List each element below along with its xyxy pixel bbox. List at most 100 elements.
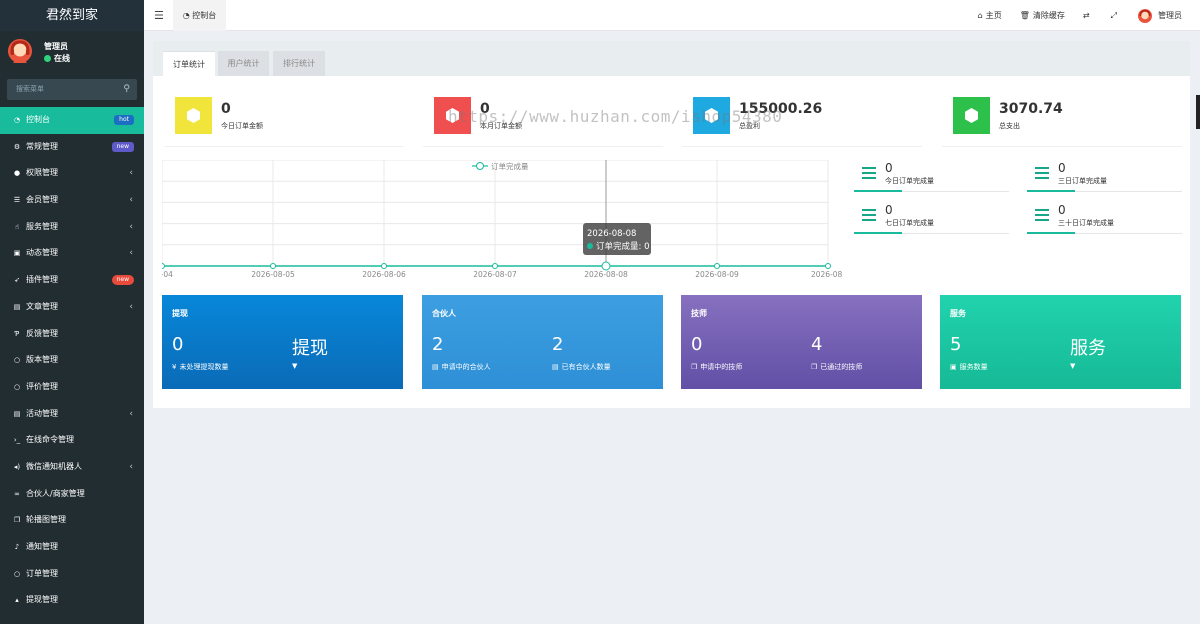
circle-icon: ○ bbox=[13, 569, 21, 578]
sidebar-item[interactable]: ⚙ 常规管理 new bbox=[0, 134, 144, 161]
cube-icon bbox=[446, 108, 459, 123]
card-label-text: 申请中的技师 bbox=[700, 363, 743, 371]
sidebar-item[interactable]: ● 权限管理 ‹ bbox=[0, 160, 144, 187]
card-service[interactable]: 服务 5 ▣ 服务数量 服务 ▼ bbox=[940, 295, 1181, 389]
sidebar-item[interactable]: ☰ 会员管理 ‹ bbox=[0, 187, 144, 214]
card-value: 4 bbox=[811, 334, 823, 355]
card-value: 0 bbox=[172, 334, 184, 355]
bell-icon: ♪ bbox=[14, 543, 20, 551]
order-stat-underline bbox=[1027, 232, 1182, 234]
app-brand[interactable]: 君然到家 bbox=[0, 0, 144, 31]
stat-icon-bg bbox=[434, 97, 471, 134]
sidebar-item[interactable]: ▴ 提现管理 bbox=[0, 587, 144, 614]
card-value: 2 bbox=[432, 334, 444, 355]
tab-user-stats[interactable]: 用户统计 bbox=[218, 51, 269, 76]
home-link[interactable]: ⌂ 主页 bbox=[978, 10, 1002, 21]
language-toggle[interactable]: ⇄ bbox=[1083, 11, 1093, 20]
sidebar-item[interactable]: ◔ 控制台 hot bbox=[0, 107, 144, 134]
sidebar-item-label: 在线命令管理 bbox=[26, 435, 74, 445]
menu-badge: new bbox=[111, 275, 134, 286]
sidebar-item[interactable]: ∞ 合伙人/商家管理 bbox=[0, 481, 144, 508]
card-label-text: 已有合伙人数量 bbox=[561, 363, 611, 371]
sidebar-item[interactable]: ♪ 通知管理 bbox=[0, 534, 144, 561]
sidebar-item-label: 通知管理 bbox=[26, 542, 58, 551]
card-label: ▤ 已有合伙人数量 bbox=[552, 362, 611, 372]
home-icon: ⌂ bbox=[977, 11, 983, 20]
card-withdraw[interactable]: 提现 0 ¥ 未处理提现数量 提现 ▼ bbox=[162, 295, 403, 389]
sidebar-item[interactable]: ❐ 轮播图管理 bbox=[0, 507, 144, 534]
sidebar-item-label: 微信通知机器人 bbox=[26, 461, 82, 471]
sidebar-item-label: 动态管理 bbox=[26, 248, 58, 258]
image-icon: ▣ bbox=[950, 363, 957, 371]
sidebar-item-label: 插件管理 bbox=[26, 275, 58, 285]
page-scrollbar[interactable] bbox=[1196, 95, 1200, 129]
user-avatar-icon bbox=[8, 39, 32, 63]
order-completion-chart[interactable]: 08-04 2026-08-05 2026-08-06 2026-08-07 2026-… bbox=[162, 160, 842, 282]
panel-tabs: 订单统计 用户统计 排行统计 bbox=[153, 41, 1190, 76]
bars-icon bbox=[1035, 167, 1049, 179]
sidebar-item[interactable]: ◂) 微信通知机器人 ‹ bbox=[0, 454, 144, 481]
card-label: ▣ 服务数量 bbox=[950, 362, 988, 372]
sidebar-menu: ◔ 控制台 hot ⚙ 常规管理 new ● 权限管理 ‹ ☰ 会员管理 ‹ ☝ 服务管理 ‹ ▣ 动态管理 ‹ ➶… bbox=[0, 107, 144, 614]
card-technician[interactable]: 技师 0 ❐ 申请中的技师 4 ❐ 已通过的技师 bbox=[681, 295, 922, 389]
rocket-icon: ➶ bbox=[14, 276, 20, 285]
stat-total-profit: 155000.26 总盈利 bbox=[682, 82, 922, 147]
stat-value: 0 bbox=[221, 101, 231, 117]
card-partner[interactable]: 合伙人 2 ▤ 申请中的合伙人 2 ▤ 已有合伙人数量 bbox=[422, 295, 663, 389]
divider bbox=[164, 146, 404, 147]
user-menu[interactable]: 管理员 bbox=[1138, 8, 1182, 23]
x-tick-label: 2026-08-06 bbox=[362, 270, 406, 279]
dashboard-panel: 订单统计 用户统计 排行统计 0 今日订单金额 0 本月订单金额 155000.… bbox=[153, 41, 1190, 408]
clear-cache-button[interactable]: 🗑 清除缓存 bbox=[1020, 10, 1065, 21]
search-icon[interactable]: ⚲ bbox=[123, 79, 130, 100]
list-icon: ☰ bbox=[13, 196, 21, 205]
clone-icon: ❐ bbox=[811, 363, 818, 371]
card-label: ❐ 申请中的技师 bbox=[691, 362, 742, 372]
search-placeholder: 搜索菜单 bbox=[16, 85, 44, 93]
sidebar-item[interactable]: ○ 评价管理 bbox=[0, 374, 144, 401]
cogs-icon: ⚙ bbox=[13, 142, 21, 151]
sidebar-item[interactable]: ▤ 文章管理 ‹ bbox=[0, 294, 144, 321]
menu-toggle-icon[interactable]: ☰ bbox=[154, 0, 164, 31]
fullscreen-button[interactable]: ⤢ bbox=[1111, 11, 1120, 21]
legend-marker bbox=[476, 162, 484, 170]
sidebar-item[interactable]: ▤ 活动管理 ‹ bbox=[0, 401, 144, 428]
sidebar-item[interactable]: ➶ 插件管理 new bbox=[0, 267, 144, 294]
stat-value: 0 bbox=[480, 101, 490, 117]
bars-icon bbox=[1035, 209, 1049, 221]
circle-icon: ○ bbox=[13, 382, 21, 391]
cube-icon bbox=[705, 108, 718, 123]
chevron-left-icon: ‹ bbox=[129, 461, 133, 472]
sidebar-item[interactable]: Ƥ 反馈管理 bbox=[0, 321, 144, 348]
online-dot-icon bbox=[44, 55, 51, 62]
card-value: 2 bbox=[552, 334, 564, 355]
sidebar-item[interactable]: ○ 版本管理 bbox=[0, 347, 144, 374]
sidebar-item-label: 订单管理 bbox=[26, 568, 58, 578]
chevron-left-icon: ‹ bbox=[129, 168, 133, 179]
divider bbox=[942, 146, 1182, 147]
data-point bbox=[270, 263, 276, 269]
sidebar-item-label: 服务管理 bbox=[26, 221, 58, 231]
sidebar-item[interactable]: ○ 订单管理 bbox=[0, 561, 144, 588]
menu-search-input[interactable]: 搜索菜单 ⚲ bbox=[7, 79, 137, 100]
order-stat-30days: 0 三十日订单完成量 bbox=[1027, 203, 1182, 243]
volume-icon: ◂) bbox=[13, 462, 21, 471]
order-stat-today: 0 今日订单完成量 bbox=[854, 161, 1009, 201]
user-status-text: 在线 bbox=[54, 54, 70, 63]
data-point bbox=[825, 263, 831, 269]
stat-label: 总盈利 bbox=[739, 122, 760, 130]
tab-dashboard-label: 控制台 bbox=[192, 11, 217, 20]
stat-total-expense: 3070.74 总支出 bbox=[942, 82, 1182, 147]
sidebar-item[interactable]: ☝ 服务管理 ‹ bbox=[0, 214, 144, 241]
card-title: 服务 bbox=[950, 309, 966, 318]
tab-dashboard[interactable]: ◔ 控制台 bbox=[173, 0, 226, 31]
bars-icon bbox=[862, 209, 876, 221]
home-label: 主页 bbox=[985, 11, 1002, 20]
sidebar-item-label: 常规管理 bbox=[26, 141, 58, 151]
translate-icon: ⇄ bbox=[1082, 11, 1090, 20]
card-label-text: 已通过的技师 bbox=[820, 363, 863, 371]
sidebar-item[interactable]: ›_ 在线命令管理 bbox=[0, 427, 144, 454]
tab-order-stats[interactable]: 订单统计 bbox=[163, 51, 215, 76]
tab-ranking-stats[interactable]: 排行统计 bbox=[273, 51, 325, 76]
sidebar-item[interactable]: ▣ 动态管理 ‹ bbox=[0, 240, 144, 267]
